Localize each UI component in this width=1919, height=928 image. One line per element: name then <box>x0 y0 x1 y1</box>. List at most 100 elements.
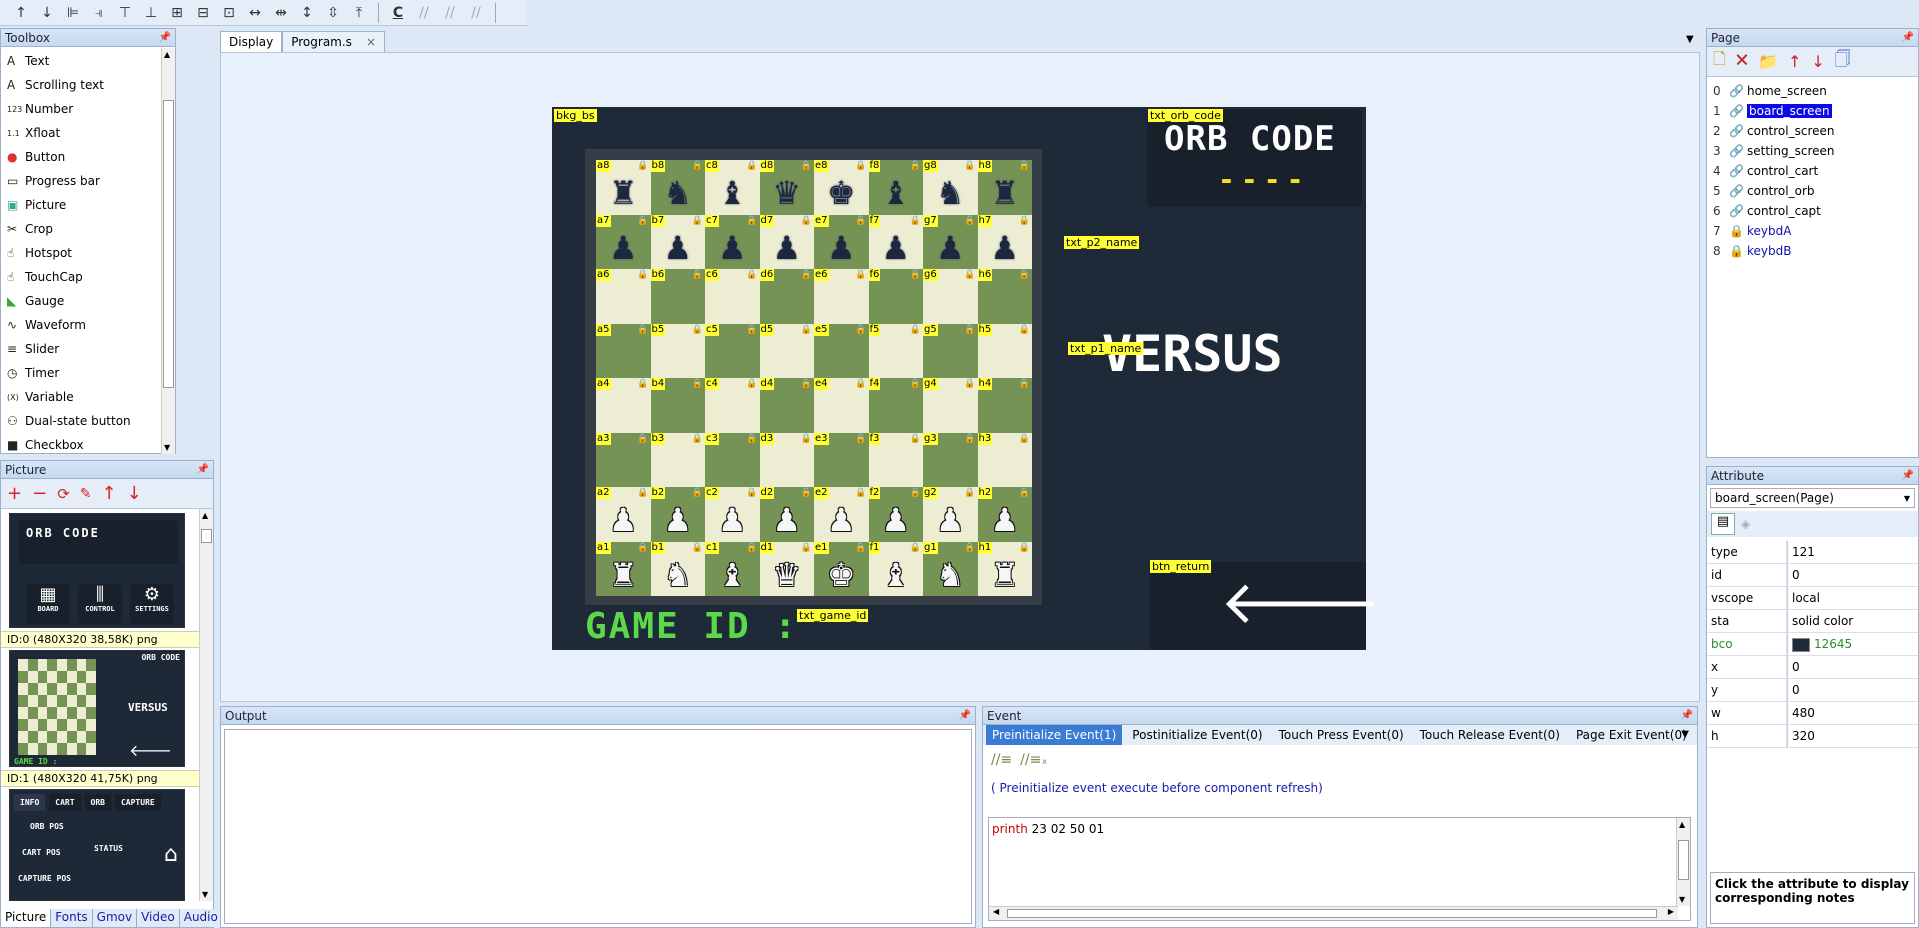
square-c2[interactable]: c2 🔒 ♟ <box>705 487 760 542</box>
toolbox-item-scrolling-text[interactable]: A Scrolling text <box>1 73 175 97</box>
scroll-up-icon[interactable]: ▲ <box>164 50 170 59</box>
tab-program-s[interactable]: Program.s × <box>282 31 385 52</box>
attribute-row-w[interactable]: w 480 <box>1707 702 1918 725</box>
attribute-row-vscope[interactable]: vscope local <box>1707 587 1918 610</box>
square-h6[interactable]: h6 🔒 <box>977 269 1032 324</box>
attribute-value[interactable]: local <box>1787 587 1918 609</box>
square-f2[interactable]: f2 🔒 ♟ <box>868 487 923 542</box>
toolbox-item-number[interactable]: 123 Number <box>1 97 175 121</box>
square-e1[interactable]: e1 🔒 ♚ <box>814 541 869 596</box>
move-down-icon[interactable]: ↓ <box>127 483 142 504</box>
square-h5[interactable]: h5 🔒 <box>977 323 1032 378</box>
page-item-keybdA[interactable]: 7 🔒 keybdA <box>1707 221 1918 241</box>
same-height-icon[interactable]: ↕ <box>294 2 320 24</box>
square-a5[interactable]: a5 🔒 <box>596 323 651 378</box>
tab-list-dropdown-icon[interactable]: ▼ <box>1686 34 1694 45</box>
uncomment-icon[interactable]: // <box>437 2 463 24</box>
arrow-down-icon[interactable]: ↓ <box>34 2 60 24</box>
return-button-label[interactable]: btn_return <box>1150 560 1212 573</box>
sort-alpha-icon[interactable]: ◈ <box>1741 517 1750 531</box>
square-f3[interactable]: f3 🔒 <box>868 432 923 487</box>
square-c6[interactable]: c6 🔒 <box>705 269 760 324</box>
event-tab-1[interactable]: Postinitialize Event(0) <box>1126 725 1268 745</box>
p1-name-label[interactable]: txt_p1_name <box>1068 342 1144 355</box>
square-b7[interactable]: b7 🔒 ♟ <box>650 214 705 269</box>
event-tab-3[interactable]: Touch Release Event(0) <box>1414 725 1566 745</box>
insert-page-icon[interactable]: 📁 <box>1758 52 1778 71</box>
clear-icon[interactable]: C <box>385 2 411 24</box>
attribute-selector[interactable]: board_screen(Page) ▼ <box>1710 488 1915 508</box>
attribute-row-h[interactable]: h 320 <box>1707 725 1918 748</box>
attribute-value[interactable]: 0 <box>1787 679 1918 701</box>
event-code-editor[interactable]: printh 23 02 50 01 ▲ ▼ ◀ ▶ <box>988 817 1691 921</box>
toolbox-item-slider[interactable]: ≡ Slider <box>1 337 175 361</box>
attribute-value[interactable]: 12645 <box>1787 633 1918 655</box>
sort-category-icon[interactable]: ▤ <box>1711 513 1735 535</box>
scroll-up-icon[interactable]: ▲ <box>1679 820 1685 829</box>
scroll-thumb[interactable] <box>1007 909 1657 918</box>
square-g4[interactable]: g4 🔒 <box>923 378 978 433</box>
delete-page-icon[interactable]: 🗙 <box>1736 48 1748 75</box>
page-item-control_capt[interactable]: 6 🔗 control_capt <box>1707 201 1918 221</box>
square-b3[interactable]: b3 🔒 <box>650 432 705 487</box>
square-h3[interactable]: h3 🔒 <box>977 432 1032 487</box>
align-right-icon[interactable]: ⫣ <box>86 2 112 24</box>
toolbox-item-variable[interactable]: (X) Variable <box>1 385 175 409</box>
pin-icon[interactable]: 📌 <box>197 464 209 475</box>
page-item-board_screen[interactable]: 1 🔗 board_screen <box>1707 101 1918 121</box>
toolbox-item-button[interactable]: ● Button <box>1 145 175 169</box>
square-c3[interactable]: c3 🔒 <box>705 432 760 487</box>
square-f4[interactable]: f4 🔒 <box>868 378 923 433</box>
move-down-icon[interactable]: ↓ <box>1811 52 1824 71</box>
square-a6[interactable]: a6 🔒 <box>596 269 651 324</box>
square-g3[interactable]: g3 🔒 <box>923 432 978 487</box>
grid-icon[interactable]: ⊡ <box>216 2 242 24</box>
toolbox-item-crop[interactable]: ✂ Crop <box>1 217 175 241</box>
square-c4[interactable]: c4 🔒 <box>705 378 760 433</box>
space-vertical-icon[interactable]: ⤒ <box>346 2 372 24</box>
square-a7[interactable]: a7 🔒 ♟ <box>596 214 651 269</box>
square-h1[interactable]: h1 🔒 ♜ <box>977 541 1032 596</box>
toolbox-item-progress-bar[interactable]: ▭ Progress bar <box>1 169 175 193</box>
square-e7[interactable]: e7 🔒 ♟ <box>814 214 869 269</box>
replace-icon[interactable]: ⟳ <box>57 485 70 503</box>
square-h8[interactable]: h8 🔒 ♜ <box>977 160 1032 215</box>
pin-icon[interactable]: 📌 <box>959 710 971 721</box>
square-d8[interactable]: d8 🔒 ♛ <box>759 160 814 215</box>
toolbox-item-touchcap[interactable]: ☝ TouchCap <box>1 265 175 289</box>
page-item-home_screen[interactable]: 0 🔗 home_screen <box>1707 81 1918 101</box>
square-d2[interactable]: d2 🔒 ♟ <box>759 487 814 542</box>
toolbox-item-checkbox[interactable]: ■ Checkbox <box>1 433 175 457</box>
move-up-icon[interactable]: ↑ <box>1788 52 1801 71</box>
square-b8[interactable]: b8 🔒 ♞ <box>650 160 705 215</box>
game-id-label[interactable]: txt_game_id <box>797 609 869 622</box>
square-a8[interactable]: a8 🔒 ♜ <box>596 160 651 215</box>
align-left-icon[interactable]: ⊫ <box>60 2 86 24</box>
event-tab-4[interactable]: Page Exit Event(0) <box>1570 725 1693 745</box>
scroll-thumb[interactable] <box>201 529 212 543</box>
attribute-value[interactable]: solid color <box>1787 610 1918 632</box>
square-b5[interactable]: b5 🔒 <box>650 323 705 378</box>
pin-icon[interactable]: 📌 <box>1902 32 1914 43</box>
square-h4[interactable]: h4 🔒 <box>977 378 1032 433</box>
event-tab-0[interactable]: Preinitialize Event(1) <box>986 725 1123 745</box>
square-b4[interactable]: b4 🔒 <box>650 378 705 433</box>
square-f1[interactable]: f1 🔒 ♝ <box>868 541 923 596</box>
square-c5[interactable]: c5 🔒 <box>705 323 760 378</box>
square-e6[interactable]: e6 🔒 <box>814 269 869 324</box>
attribute-value[interactable]: 0 <box>1787 564 1918 586</box>
picture-tab-fonts[interactable]: Fonts <box>51 909 93 927</box>
square-g6[interactable]: g6 🔒 <box>923 269 978 324</box>
picture-tab-gmov[interactable]: Gmov <box>92 909 138 927</box>
pin-icon[interactable]: 📌 <box>1681 710 1693 721</box>
code-hscroll[interactable]: ◀ ▶ <box>989 906 1678 920</box>
picture-thumb-2[interactable]: INFO CART ORB CAPTURE ORB POS CART POS STAT… <box>9 789 185 901</box>
same-width-icon[interactable]: ↔ <box>242 2 268 24</box>
square-a3[interactable]: a3 🔒 <box>596 432 651 487</box>
remove-comment-icon[interactable]: // <box>463 2 489 24</box>
comment-icon[interactable]: // <box>411 2 437 24</box>
add-page-icon[interactable]: 🗋 <box>1713 48 1726 75</box>
toolbox-item-timer[interactable]: ◷ Timer <box>1 361 175 385</box>
move-up-icon[interactable]: ↑ <box>102 483 117 504</box>
arrow-up-icon[interactable]: ↑ <box>8 2 34 24</box>
